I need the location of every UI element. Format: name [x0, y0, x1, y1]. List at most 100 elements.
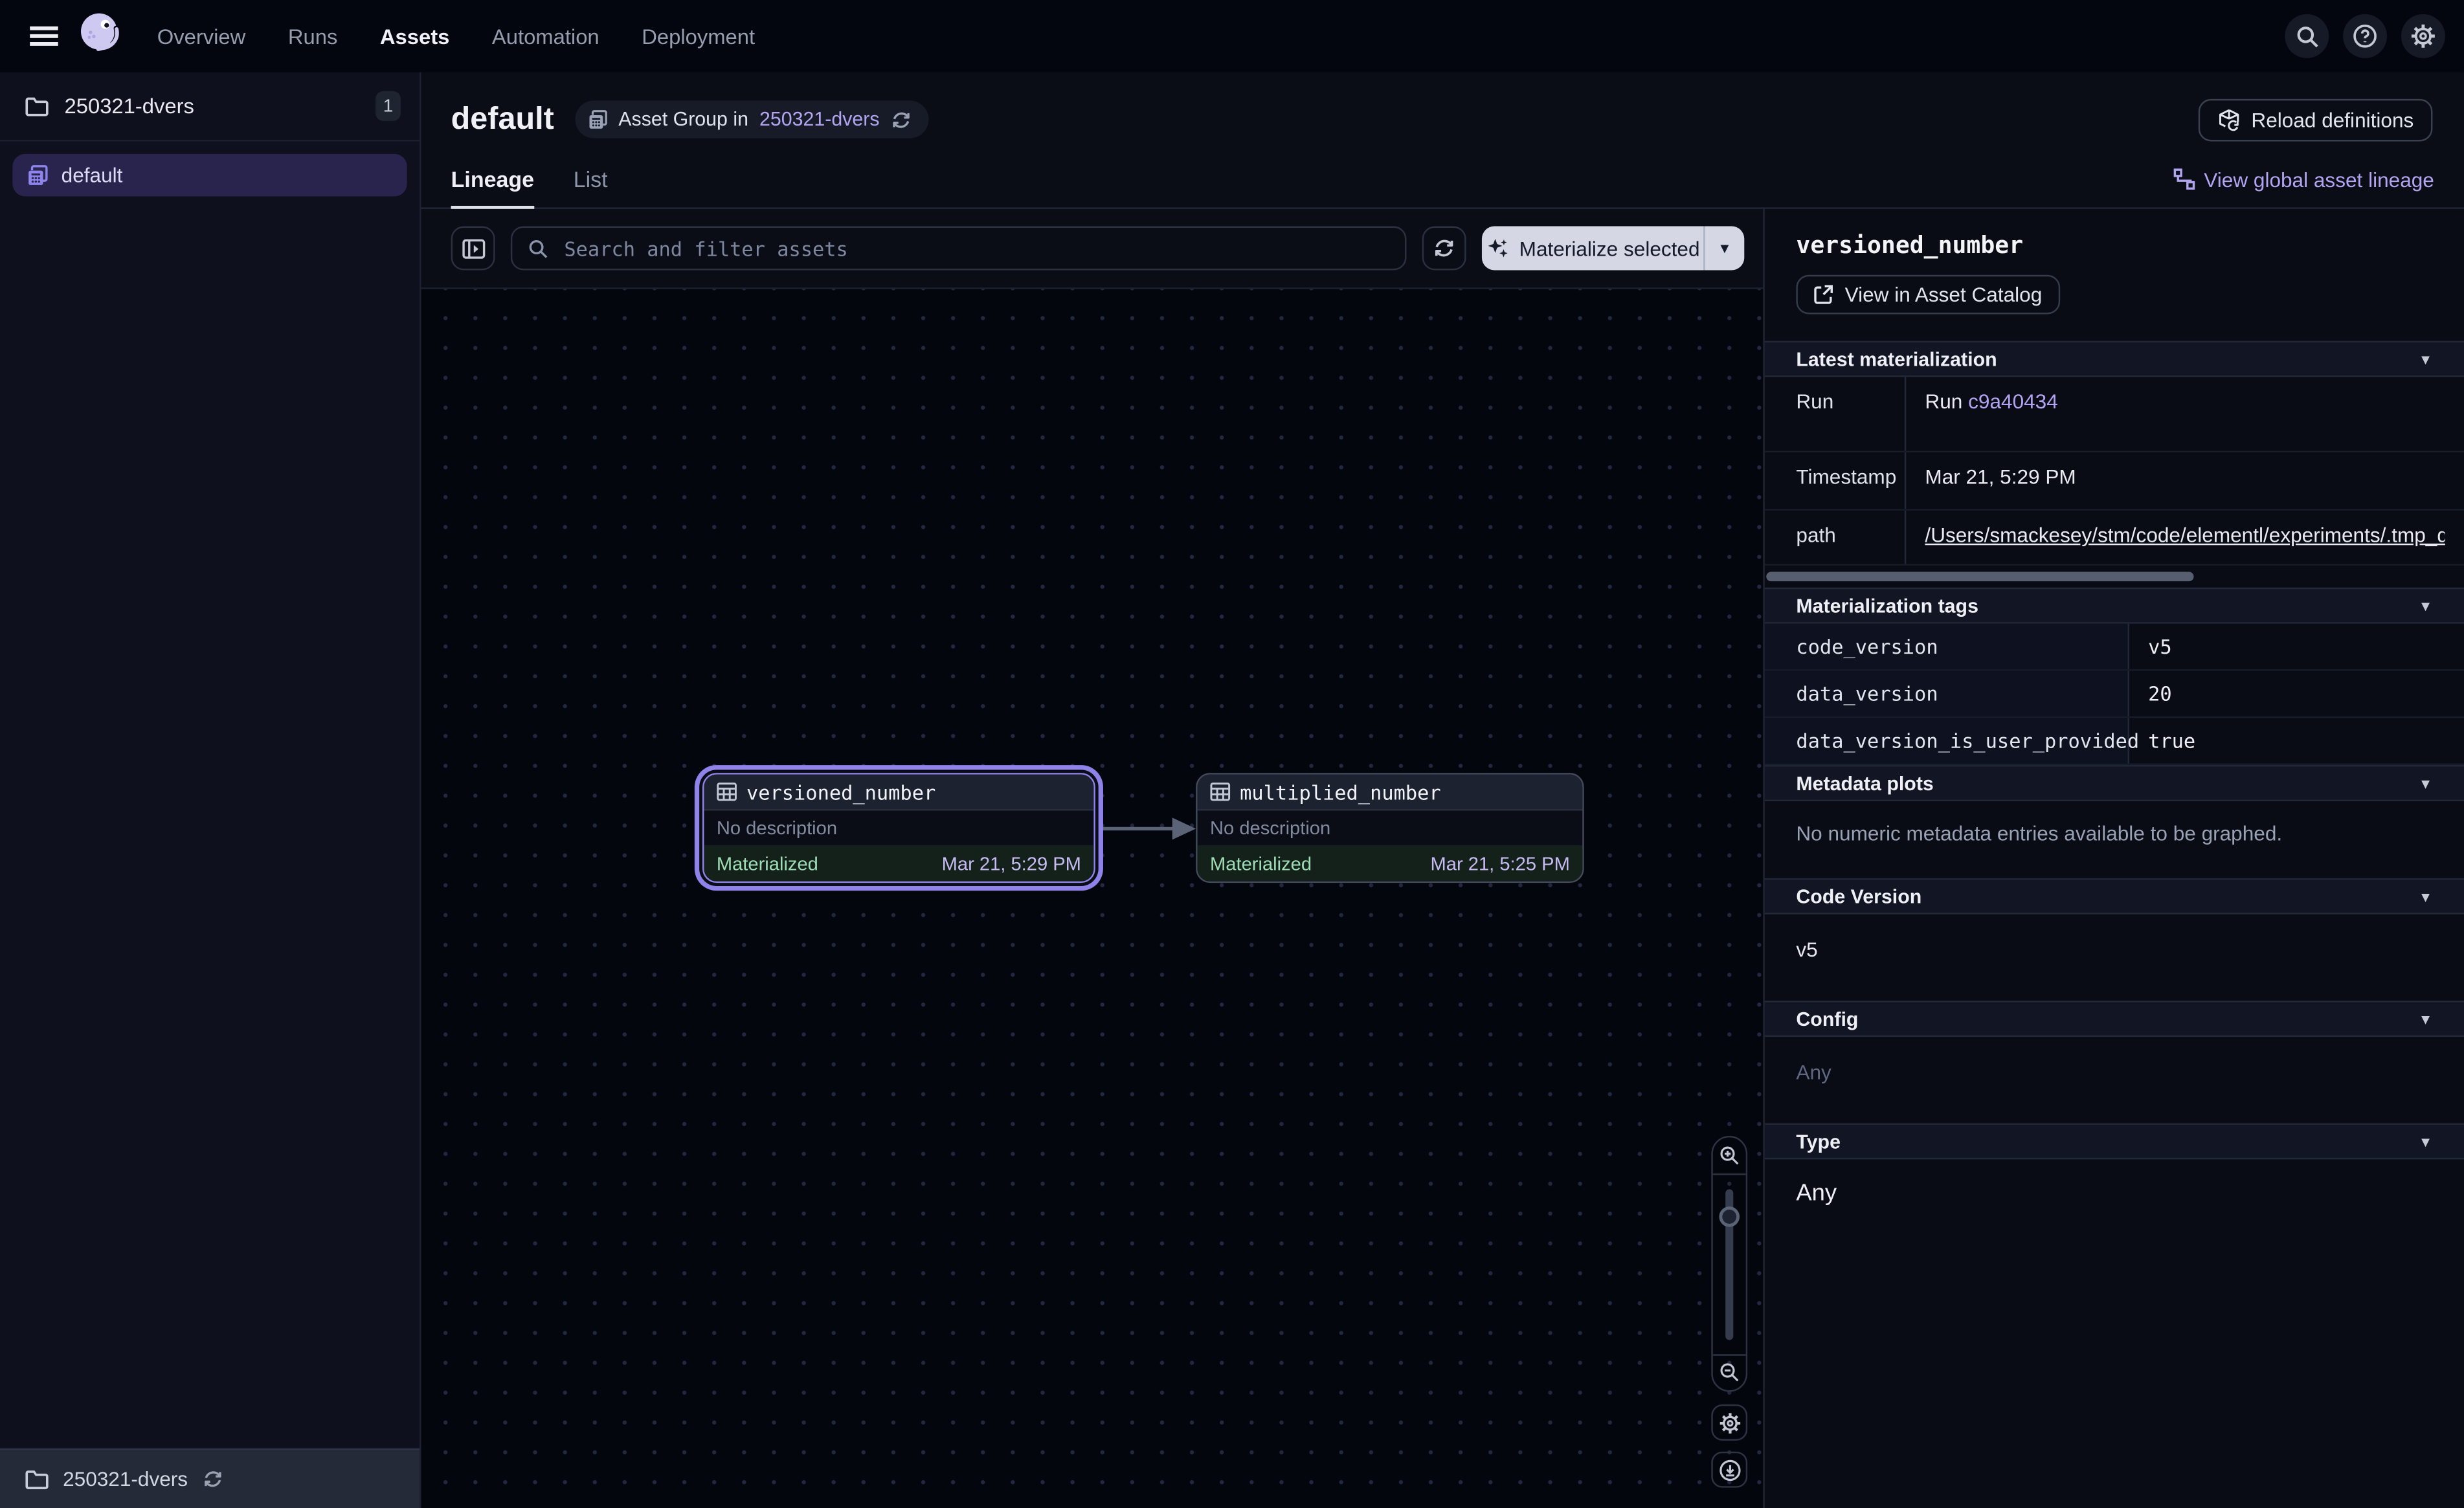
asset-node-multiplied-number[interactable]: multiplied_number No description Materia… — [1196, 773, 1584, 883]
sidebar-item-default[interactable]: default — [12, 154, 407, 197]
code-version-value: v5 — [1765, 915, 2464, 1001]
section-metadata-plots[interactable]: Metadata plots ▼ — [1765, 765, 2464, 801]
lineage-toolbar: Materialize selected ▼ — [421, 209, 1764, 287]
panel-expand-icon — [461, 238, 484, 259]
refresh-graph-button[interactable] — [1423, 227, 1467, 271]
tag-value: v5 — [2129, 624, 2464, 669]
materialized-timestamp: Mar 21, 5:29 PM — [942, 852, 1081, 874]
view-in-asset-catalog-button[interactable]: View in Asset Catalog — [1796, 275, 2059, 315]
materialized-timestamp: Mar 21, 5:25 PM — [1431, 852, 1570, 874]
view-tabs: Lineage List View global asset lineage — [421, 151, 2464, 209]
asset-group-badge: Asset Group in 250321-dvers — [574, 100, 928, 138]
dagster-logo-icon[interactable] — [76, 10, 129, 63]
asset-groups-sidebar: 250321-dvers 1 default 250321-dvers — [0, 72, 421, 1508]
nav-item-assets[interactable]: Assets — [380, 25, 449, 48]
search-icon — [2295, 25, 2318, 48]
hamburger-menu-button[interactable] — [25, 17, 63, 55]
materialize-selected-button[interactable]: Materialize selected — [1483, 227, 1703, 271]
zoom-out-icon — [1719, 1362, 1740, 1383]
sidebar-item-label: default — [62, 163, 123, 186]
lineage-graph-icon — [2173, 168, 2195, 190]
collapse-caret-icon: ▼ — [2419, 889, 2433, 904]
section-type[interactable]: Type ▼ — [1765, 1124, 2464, 1160]
reload-definitions-button[interactable]: Reload definitions — [2198, 98, 2433, 141]
zoom-out-button[interactable] — [1713, 1353, 1746, 1390]
path-link[interactable]: /Users/smackesey/stm/code/elementl/exper… — [1925, 523, 2445, 546]
asset-node-description: No description — [1198, 810, 1583, 845]
lineage-canvas[interactable]: versioned_number No description Material… — [421, 287, 1764, 1508]
section-config[interactable]: Config ▼ — [1765, 1001, 2464, 1037]
metadata-plots-empty-text: No numeric metadata entries available to… — [1765, 801, 2464, 878]
nav-item-runs[interactable]: Runs — [288, 25, 337, 48]
search-button[interactable] — [2285, 14, 2329, 58]
download-image-button[interactable] — [1711, 1452, 1747, 1488]
canvas-controls — [1711, 1136, 1747, 1488]
scrollbar-thumb[interactable] — [1766, 572, 2193, 582]
row-label: path — [1765, 511, 1906, 564]
sidebar-footer[interactable]: 250321-dvers — [0, 1448, 420, 1508]
row-value: Run c9a40434 — [1906, 377, 2464, 451]
row-value: /Users/smackesey/stm/code/elementl/exper… — [1906, 511, 2464, 564]
section-code-version[interactable]: Code Version ▼ — [1765, 878, 2464, 915]
table-row: Run Run c9a40434 — [1765, 377, 2464, 453]
sidebar-group-row[interactable]: 250321-dvers 1 — [0, 72, 420, 142]
table-row: path /Users/smackesey/stm/code/elementl/… — [1765, 511, 2464, 566]
section-materialization-tags[interactable]: Materialization tags ▼ — [1765, 588, 2464, 624]
horizontal-scrollbar[interactable] — [1765, 566, 2464, 588]
sidebar-group-count-badge: 1 — [375, 91, 401, 121]
lineage-edge — [1095, 808, 1199, 850]
refresh-icon — [1434, 238, 1456, 260]
sidebar-group-name: 250321-dvers — [65, 94, 194, 118]
zoom-slider[interactable] — [1713, 1174, 1746, 1353]
materialized-status: Materialized — [717, 852, 818, 874]
asset-search-input[interactable] — [561, 235, 1390, 261]
help-button[interactable] — [2343, 14, 2387, 58]
tag-key: code_version — [1765, 624, 2129, 669]
external-link-icon — [1813, 284, 1834, 305]
lineage-pane: Materialize selected ▼ — [421, 209, 1765, 1508]
collapse-caret-icon: ▼ — [2419, 598, 2433, 614]
sidebar-footer-label: 250321-dvers — [63, 1467, 188, 1491]
asset-details-title: versioned_number — [1765, 209, 2464, 260]
row-label: Run — [1765, 377, 1906, 451]
row-value: Mar 21, 5:29 PM — [1906, 452, 2464, 509]
gear-icon — [2410, 23, 2436, 49]
view-in-asset-catalog-label: View in Asset Catalog — [1845, 283, 2043, 306]
asset-node-header: multiplied_number — [1198, 775, 1583, 811]
topnav-actions — [2285, 14, 2445, 58]
toggle-sidebar-panel-button[interactable] — [451, 227, 495, 271]
collapse-caret-icon: ▼ — [2419, 1011, 2433, 1026]
refresh-icon[interactable] — [891, 109, 912, 130]
config-value: Any — [1765, 1037, 2464, 1124]
nav-item-automation[interactable]: Automation — [492, 25, 599, 48]
section-latest-materialization[interactable]: Latest materialization ▼ — [1765, 341, 2464, 377]
graph-settings-button[interactable] — [1711, 1404, 1747, 1441]
zoom-in-button[interactable] — [1713, 1137, 1746, 1174]
tag-value: 20 — [2129, 671, 2464, 716]
refresh-icon — [202, 1469, 223, 1490]
nav-item-deployment[interactable]: Deployment — [642, 25, 755, 48]
page-header: default Asset Group in 250321-dvers Re — [421, 72, 2464, 151]
download-icon — [1718, 1459, 1740, 1481]
materialize-selected-label: Materialize selected — [1519, 236, 1700, 260]
table-icon — [717, 782, 737, 801]
collapse-caret-icon: ▼ — [2419, 775, 2433, 791]
materialize-options-button[interactable]: ▼ — [1705, 227, 1745, 271]
run-id-link[interactable]: c9a40434 — [1968, 390, 2058, 413]
primary-nav: Overview Runs Assets Automation Deployme… — [157, 25, 755, 48]
tag-row: data_version_is_user_provided true — [1765, 718, 2464, 765]
badge-prefix: Asset Group in — [618, 108, 748, 130]
tag-key: data_version_is_user_provided — [1765, 718, 2129, 763]
asset-node-versioned-number[interactable]: versioned_number No description Material… — [702, 773, 1095, 883]
tab-lineage[interactable]: Lineage — [451, 151, 534, 207]
view-global-asset-lineage-link[interactable]: View global asset lineage — [2173, 168, 2434, 191]
nav-item-overview[interactable]: Overview — [157, 25, 246, 48]
tab-list[interactable]: List — [574, 151, 608, 207]
top-nav: Overview Runs Assets Automation Deployme… — [0, 0, 2464, 72]
settings-button[interactable] — [2401, 14, 2445, 58]
badge-group-link[interactable]: 250321-dvers — [759, 108, 880, 130]
zoom-slider-thumb[interactable] — [1719, 1206, 1740, 1226]
main-panel: default Asset Group in 250321-dvers Re — [421, 72, 2464, 1508]
chevron-down-icon: ▼ — [1718, 240, 1732, 256]
tag-key: data_version — [1765, 671, 2129, 716]
